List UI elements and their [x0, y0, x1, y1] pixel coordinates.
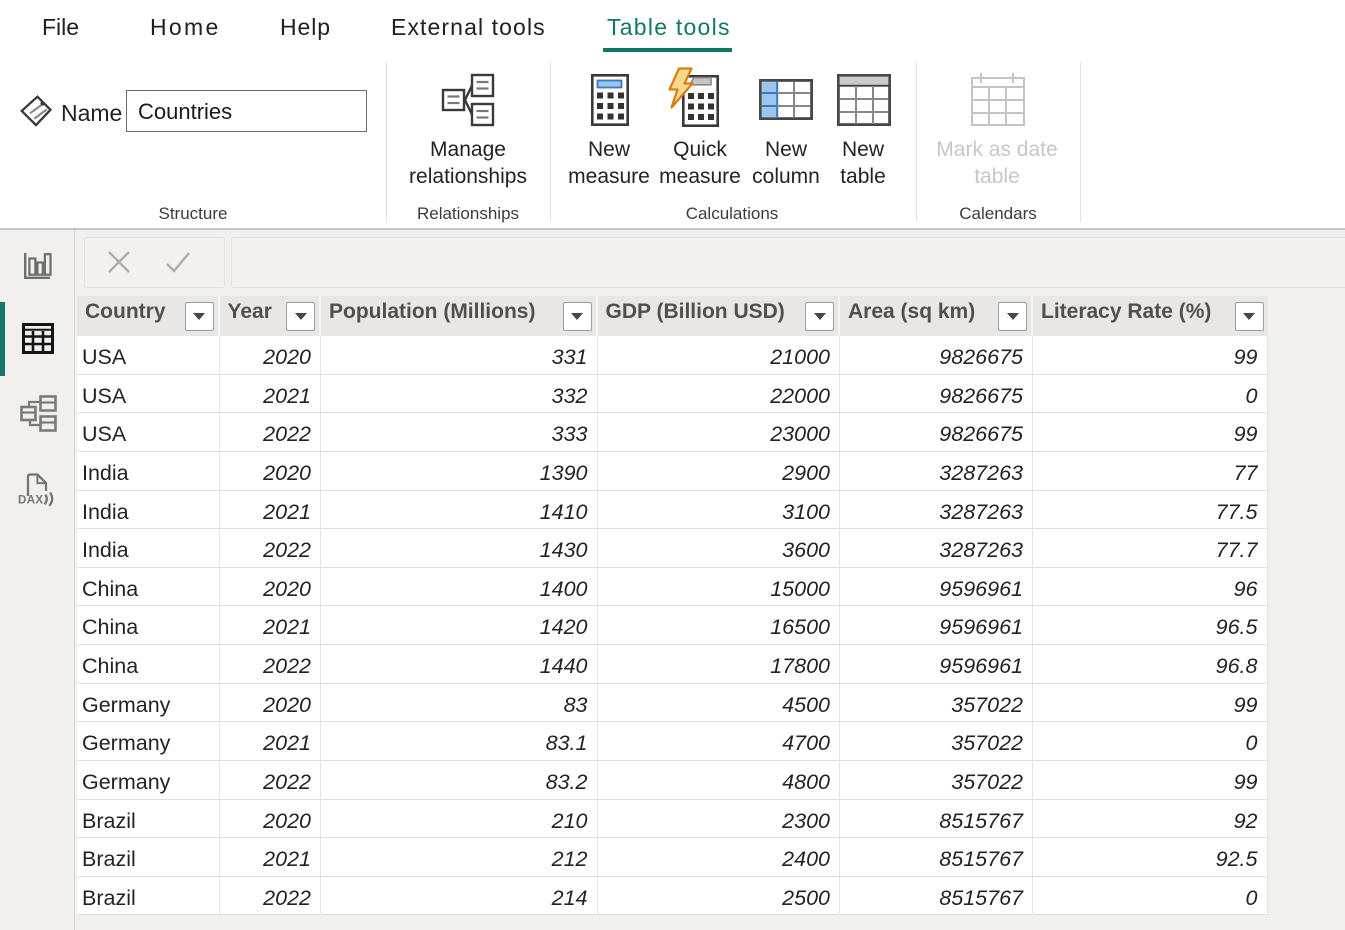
svg-text:DAX: DAX: [18, 495, 43, 507]
